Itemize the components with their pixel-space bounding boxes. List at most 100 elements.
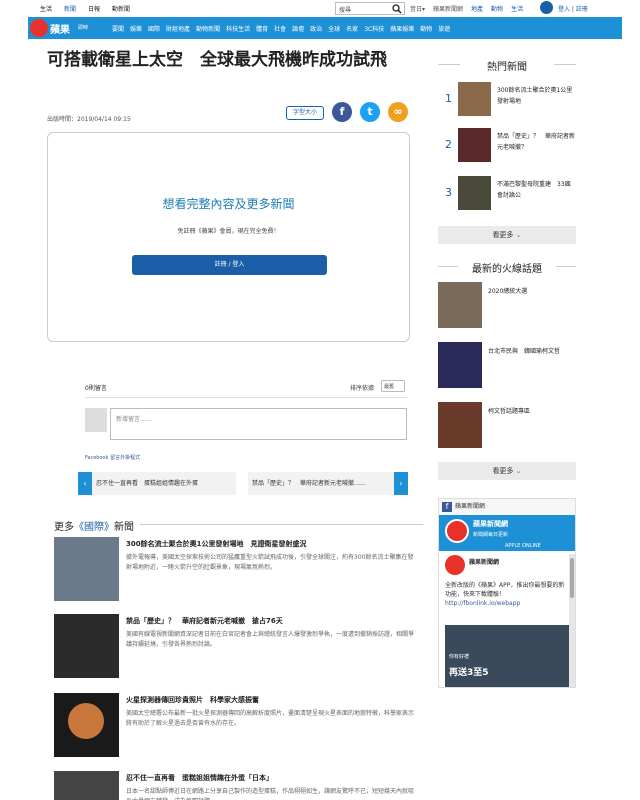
news-thumbnail[interactable] [54,537,119,601]
top-link-life[interactable]: 生活 [40,4,52,13]
news-thumbnail[interactable] [54,693,119,757]
top-right-link-life[interactable]: 生活 [511,4,523,13]
hot-news-item[interactable]: 1 300餘名流士聚合於奧1公里發射場地 [438,82,576,118]
link-icon[interactable]: ∞ [388,102,408,122]
fire-topic-item[interactable]: 2020總統大選 [438,282,576,328]
search-icon[interactable] [392,4,402,14]
commenter-avatar [85,408,107,432]
fire-topics-rule-right [556,266,576,267]
fb-widget-scrollbar[interactable] [569,554,575,687]
fire-topic-title[interactable]: 台北市民與 韓國瑜柯文哲 [488,346,576,355]
nav-item[interactable]: 要聞 [112,24,124,33]
news-item[interactable]: 300餘名流士聚合於奧1公里發射場地 見證衛星發射盛況 據外電報導，美國太空探索… [54,537,424,605]
hot-news-rule-left [438,64,460,65]
fb-post-image-caption: 你有好禮 [449,654,470,660]
apple-daily-logo[interactable]: 蘋果 即時 [28,17,106,39]
more-news-divider [140,524,423,525]
hot-news-more-button[interactable]: 看更多 ⌄ [438,226,576,244]
fire-topic-thumbnail[interactable] [438,402,482,448]
news-summary: 據外電報導，美國太空探索技術公司的猛鷹重型火箭試飛成功後，引發全球關注，約有30… [126,554,414,571]
top-right-link-past[interactable]: 昔日▾ [410,4,425,13]
top-link-video[interactable]: 動新聞 [112,4,130,13]
nav-item[interactable]: 國際 [148,24,160,33]
register-login-button[interactable]: 註冊 / 登入 [132,255,327,275]
sort-select[interactable]: 最舊 [381,380,405,392]
top-right-link-estate[interactable]: 地產 [471,4,483,13]
mars-planet-image [68,703,104,739]
hot-news-title[interactable]: 不滿巴黎聖母院重建 33國會討論公 [497,179,575,201]
top-link-news[interactable]: 新聞 [64,4,76,13]
news-title[interactable]: 忍不住一直再看 蛋糕姐姐情趣在外蛋「日本」 [126,773,416,783]
nav-item[interactable]: 動物新聞 [196,24,220,33]
comments-divider [85,397,407,398]
article-title: 可搭載衛星上太空 全球最大飛機昨成功試飛 [47,50,387,70]
hot-news-thumbnail[interactable] [458,176,491,210]
fb-cover-subtitle: 新聞網每日更新 [473,532,509,538]
more-news-prefix: 更多 [54,522,74,533]
hot-news-thumbnail[interactable] [458,82,491,116]
facebook-comments-plugin-link[interactable]: Facebook 留言外掛程式 [85,454,140,461]
twitter-icon[interactable]: t [360,102,380,122]
fb-post-image[interactable]: 你有好禮 再送3至5 [445,625,569,687]
nav-item[interactable]: 3C科技 [364,24,384,33]
top-right-link-animal[interactable]: 動物 [491,4,503,13]
hot-news-item[interactable]: 2 禁品「歷史」？ 華府記者新元老喊撤？ [438,128,576,164]
hot-news-thumbnail[interactable] [458,128,491,162]
nav-item[interactable]: 科技生活 [226,24,250,33]
chevron-left-icon: ‹ [78,472,92,495]
hot-news-item[interactable]: 3 不滿巴黎聖母院重建 33國會討論公 [438,176,576,212]
search-input[interactable]: 搜尋 [335,2,405,15]
nav-item[interactable]: 蘋果娛樂 [390,24,414,33]
font-size-button[interactable]: 字型大小 [286,106,324,120]
news-title[interactable]: 300餘名流士聚合於奧1公里發射場地 見證衛星發射盛況 [126,539,416,549]
fb-page-avatar[interactable] [445,555,465,575]
hot-news-title[interactable]: 300餘名流士聚合於奧1公里發射場地 [497,85,575,107]
nav-item[interactable]: 財經地產 [166,24,190,33]
nav-item[interactable]: 娛樂 [130,24,142,33]
top-right-link-network[interactable]: 蘋果新聞網 [433,4,463,13]
apple-logo-icon [30,19,48,37]
news-summary: 美國有線電視新聞網資深記者日前在白宮記者會上與總統發言人爆發激烈爭執，一度遭到撤… [126,631,415,648]
hot-news-rank: 1 [445,92,452,105]
fire-topic-item[interactable]: 台北市民與 韓國瑜柯文哲 [438,342,576,388]
nav-item[interactable]: 旅遊 [438,24,450,33]
top-link-daily[interactable]: 日報 [88,4,100,13]
nav-item[interactable]: 動物 [420,24,432,33]
fb-page-name[interactable]: 蘋果新聞網 [469,557,499,566]
publish-date: 出版時間：2019/04/14 09:15 [47,116,131,123]
nav-items: 要聞 娛樂 國際 財經地產 動物新聞 科技生活 體育 社會 論壇 政治 全球 名… [112,24,450,33]
news-item[interactable]: 火星探測器傳回珍貴照片 科學家大感振奮 美國太空總署公布最新一批火星探測器傳回的… [54,693,424,761]
fire-topic-item[interactable]: 柯文哲話題專區 [438,402,576,448]
nav-item[interactable]: 全球 [328,24,340,33]
fire-topic-title[interactable]: 柯文哲話題專區 [488,406,576,415]
comments-count: 0則留言 [85,385,107,392]
more-news-category[interactable]: 《國際》 [74,522,114,533]
nav-item[interactable]: 社會 [274,24,286,33]
fire-topic-thumbnail[interactable] [438,282,482,328]
fb-cover-image[interactable]: 蘋果新聞網 新聞網每日更新 APPLE ONLINE [439,515,575,551]
news-item[interactable]: 忍不住一直再看 蛋糕姐姐情趣在外蛋「日本」 日本一名甜點師傅近日在網路上分享自己… [54,771,424,800]
news-title[interactable]: 火星探測器傳回珍貴照片 科學家大感振奮 [126,695,416,705]
user-avatar-icon[interactable] [540,1,553,14]
news-title[interactable]: 禁品「歷史」？ 華府記者新元老喊撤 搶占76天 [126,616,416,626]
prev-article-link[interactable]: ‹ 忍不住一直再看 蛋糕姐姐情趣在外蛋 [78,472,236,495]
news-item[interactable]: 禁品「歷史」？ 華府記者新元老喊撤 搶占76天 美國有線電視新聞網資深記者日前在… [54,614,424,682]
news-thumbnail[interactable] [54,614,119,678]
fb-widget-header[interactable]: f 蘋果新聞網 [439,499,575,515]
nav-item[interactable]: 政治 [310,24,322,33]
fire-topic-thumbnail[interactable] [438,342,482,388]
logo-subtext: 即時 [78,25,89,31]
fb-post-link[interactable]: http://fbonlink.io/webapp [445,600,520,607]
scrollbar-thumb[interactable] [570,558,574,598]
nav-item[interactable]: 論壇 [292,24,304,33]
nav-item[interactable]: 名家 [346,24,358,33]
hot-news-title[interactable]: 禁品「歷史」？ 華府記者新元老喊撤？ [497,131,575,153]
fire-topics-more-button[interactable]: 看更多 ⌄ [438,462,576,480]
facebook-icon[interactable]: f [332,102,352,122]
comment-input[interactable]: 新增留言…… [110,408,407,440]
fire-topic-title[interactable]: 2020總統大選 [488,286,576,295]
next-article-link[interactable]: 禁品「歷史」？ 華府記者新元老喊撤…… › [248,472,408,495]
login-link[interactable]: 登入 | 註冊 [558,4,588,13]
nav-item[interactable]: 體育 [256,24,268,33]
news-thumbnail[interactable] [54,771,119,800]
